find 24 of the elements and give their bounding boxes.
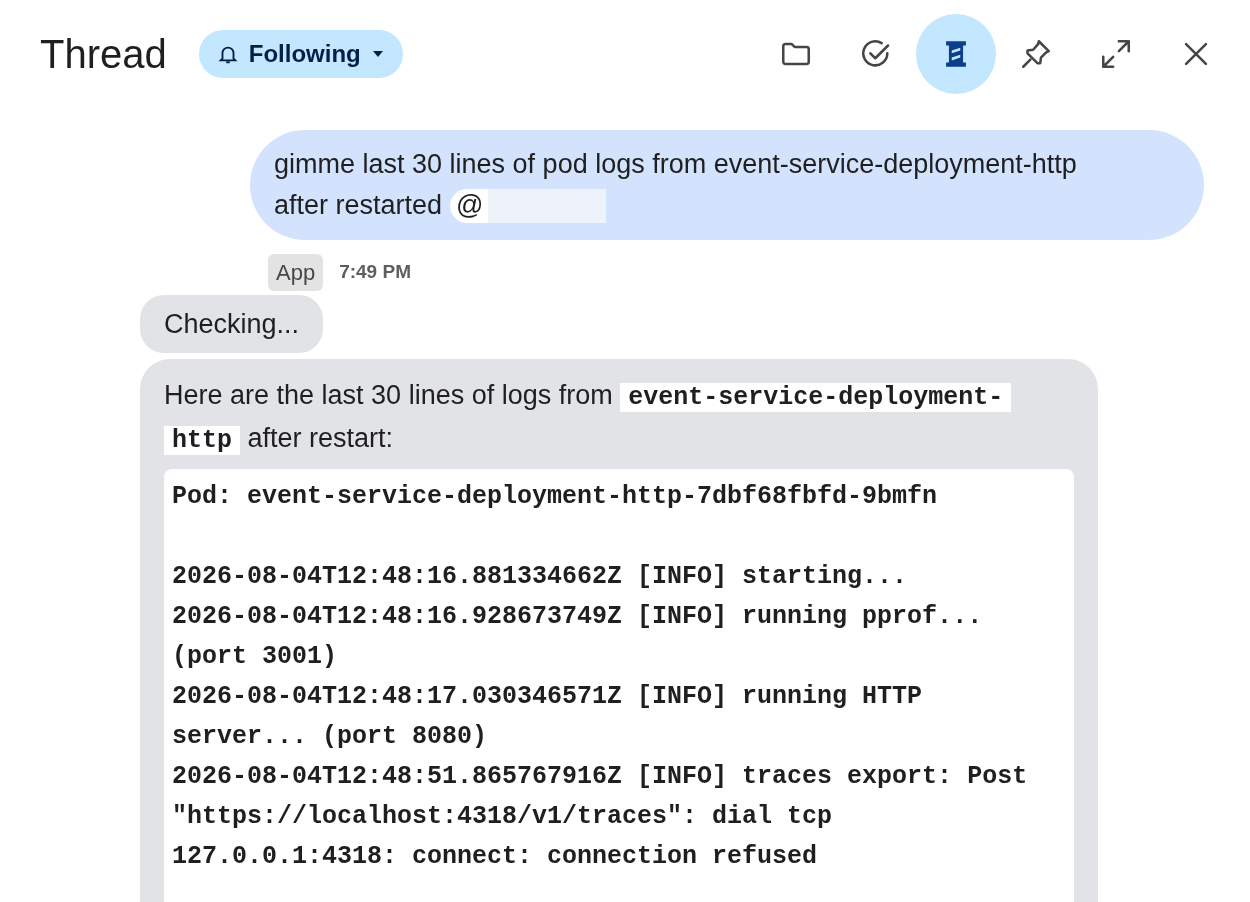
log-line: 2026-08-04T12:48:17.030346571Z [INFO] running HTTP xyxy=(172,681,924,713)
status-bubble: Checking... xyxy=(140,295,324,353)
sender-badge: App xyxy=(268,254,324,291)
pin-icon xyxy=(1019,37,1053,71)
thread-title: Thread xyxy=(40,34,167,74)
deployment-code: http xyxy=(164,426,240,455)
following-button[interactable]: Following xyxy=(198,30,403,78)
expand-icon xyxy=(1099,37,1133,71)
log-line: "https://localhost:4318/v1/traces": dial tcp xyxy=(172,801,834,833)
user-message-text: gimme last 30 lines of pod logs from event-service-deployment-http xyxy=(274,148,1078,181)
reply-text: Here are the last 30 lines of logs from event-service-deployment- http after restart: xyxy=(164,375,1064,461)
log-line: 2026-08-04T12:48:16.881334662Z [INFO] starting... xyxy=(172,561,909,593)
mention-chip[interactable]: @ xyxy=(450,188,606,223)
log-line: 2026-08-04T12:48:51.865767916Z [INFO] traces export: Post xyxy=(172,761,1029,793)
log-line: (port 3001) xyxy=(172,641,339,673)
deployment-code: event-service-deployment- xyxy=(620,383,1012,412)
log-line: server... (port 8080) xyxy=(172,721,489,753)
log-line: 2026-08-04T12:48:16.928673749Z [INFO] running pprof... xyxy=(172,601,984,633)
caret-icon xyxy=(370,49,385,59)
mention-at-sign: @ xyxy=(456,192,484,219)
log-line: 127.0.0.1:4318: connect: connection refused xyxy=(172,841,819,873)
log-line: Pod: event-service-deployment-http-7dbf68fbfd-9bmfn xyxy=(172,481,939,513)
message-time: 7:49 PM xyxy=(339,260,411,285)
user-message-text: after restarted xyxy=(274,189,443,222)
